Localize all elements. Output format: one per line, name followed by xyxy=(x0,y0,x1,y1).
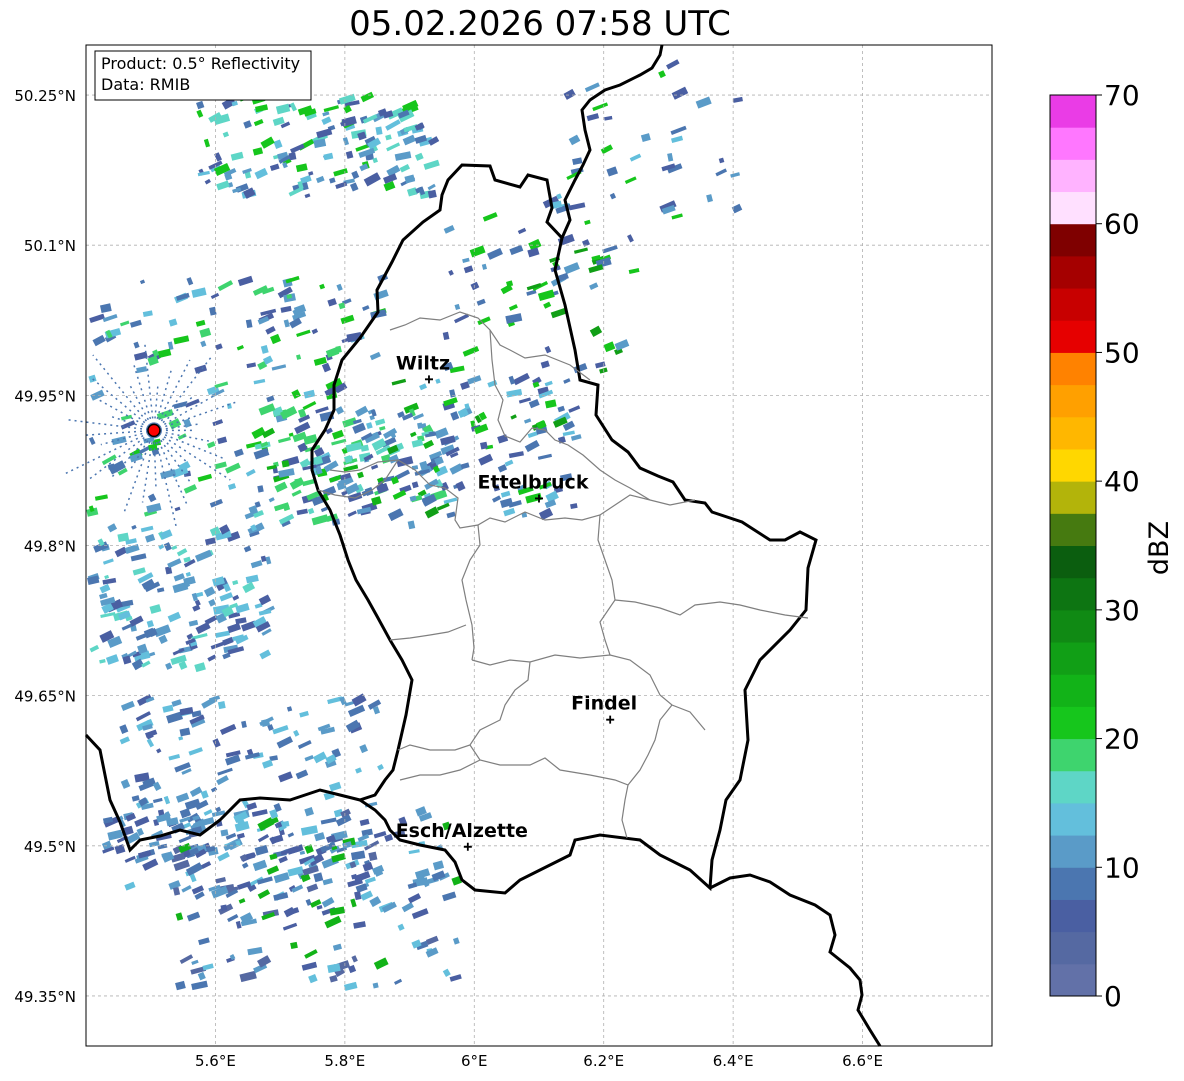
colorbar-segment xyxy=(1050,352,1096,386)
colorbar-segment xyxy=(1050,835,1096,868)
colorbar-tick-label: 10 xyxy=(1104,851,1140,884)
colorbar-segment xyxy=(1050,513,1096,546)
colorbar-segment xyxy=(1050,802,1096,836)
colorbar-tick-label: 60 xyxy=(1104,208,1140,241)
colorbar-segment xyxy=(1050,288,1096,321)
colorbar-segment xyxy=(1050,770,1096,804)
colorbar-segment xyxy=(1050,867,1096,900)
colorbar-segment xyxy=(1050,481,1096,514)
colorbar: 0 10 20 30 40 50 60 70 dBZ xyxy=(1049,79,1175,1013)
colorbar-segment xyxy=(1050,191,1096,225)
colorbar-segment xyxy=(1050,963,1096,997)
colorbar-tick-label: 40 xyxy=(1104,465,1140,498)
colorbar-segment xyxy=(1050,738,1096,772)
colorbar-segment xyxy=(1050,127,1096,160)
colorbar-ticks: 0 10 20 30 40 50 60 70 xyxy=(1096,79,1140,1013)
colorbar-label: dBZ xyxy=(1144,521,1175,575)
colorbar-segment xyxy=(1050,448,1096,482)
colorbar-segment xyxy=(1050,706,1096,740)
colorbar-segment xyxy=(1050,674,1096,707)
colorbar-tick-label: 30 xyxy=(1104,594,1140,627)
colorbar-segment xyxy=(1050,384,1096,418)
colorbar-segment xyxy=(1050,931,1096,965)
colorbar-tick-label: 0 xyxy=(1104,980,1122,1013)
colorbar-segment xyxy=(1050,545,1096,579)
colorbar-segment xyxy=(1050,255,1096,289)
colorbar-segment xyxy=(1050,95,1096,128)
colorbar-tick-label: 50 xyxy=(1104,336,1140,369)
colorbar-segment xyxy=(1050,159,1096,193)
colorbar-tick-label: 70 xyxy=(1104,79,1140,112)
colorbar-segment xyxy=(1050,899,1096,933)
colorbar-segment xyxy=(1050,416,1096,450)
colorbar-segment xyxy=(1050,577,1096,611)
colorbar-segment xyxy=(1050,609,1096,643)
colorbar-segment xyxy=(1050,223,1096,257)
colorbar-segment xyxy=(1050,320,1096,353)
colorbar-tick-label: 20 xyxy=(1104,723,1140,756)
colorbar-segments xyxy=(1050,95,1096,997)
colorbar-segment xyxy=(1050,642,1096,675)
